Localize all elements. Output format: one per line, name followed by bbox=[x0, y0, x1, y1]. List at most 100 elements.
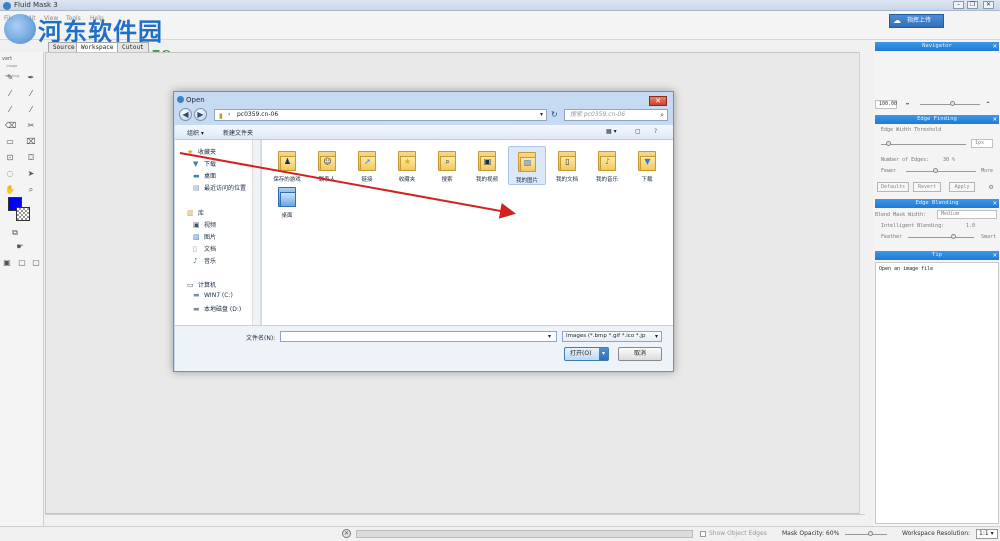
chevron-down-icon[interactable]: ▾ bbox=[599, 348, 608, 360]
help-icon[interactable]: ? bbox=[654, 128, 657, 135]
nav-downloads[interactable]: ▼ 下载 bbox=[193, 159, 216, 169]
nav-music[interactable]: ♪ 音乐 bbox=[193, 256, 216, 266]
feather-slider[interactable] bbox=[908, 237, 974, 238]
marquee-icon[interactable]: ▭ bbox=[5, 137, 15, 147]
file-item[interactable]: ★ 收藏夹 bbox=[388, 148, 426, 183]
pointer-icon[interactable]: ➤ bbox=[26, 169, 36, 179]
search-input[interactable]: 搜索 pc0359.cn-06 ⌕ bbox=[564, 109, 668, 121]
view-options-icon[interactable]: ▦ ▾ bbox=[606, 128, 617, 135]
file-item[interactable]: ▯ 我的文档 bbox=[548, 148, 586, 183]
zoom-out-icon[interactable]: ▬ bbox=[906, 101, 909, 107]
hand-swap-icon[interactable]: ☛ bbox=[15, 242, 25, 252]
nav-favorites[interactable]: ★ 收藏夹 bbox=[187, 147, 216, 157]
file-item[interactable]: ☺ 联系人 bbox=[308, 148, 346, 183]
nav-documents[interactable]: ▯ 文档 bbox=[193, 244, 216, 254]
revert-button[interactable]: Revert bbox=[913, 182, 941, 192]
fill-brush-icon[interactable]: ⁄ bbox=[5, 105, 15, 115]
zoom-slider-knob[interactable] bbox=[950, 101, 955, 106]
new-folder-button[interactable]: 新建文件夹 bbox=[223, 128, 253, 137]
workspace-vertical-scrollbar[interactable] bbox=[859, 52, 867, 522]
view-mode-3-icon[interactable]: ▢ bbox=[31, 258, 41, 268]
lasso-icon[interactable]: ◌ bbox=[5, 169, 15, 179]
nav-libraries[interactable]: ▥ 库 bbox=[187, 208, 204, 218]
cancel-button[interactable]: 取消 bbox=[618, 347, 662, 361]
zoom-icon[interactable]: ⌕ bbox=[26, 185, 36, 195]
workspace-horizontal-scrollbar[interactable] bbox=[45, 514, 865, 522]
blend-width-select[interactable]: Medium bbox=[937, 210, 997, 219]
stop-icon[interactable]: ✕ bbox=[342, 529, 351, 538]
filename-input[interactable] bbox=[280, 331, 557, 342]
edges-slider[interactable] bbox=[906, 171, 976, 172]
edge-threshold-knob[interactable] bbox=[886, 141, 891, 146]
view-mode-1-icon[interactable]: ▣ bbox=[2, 258, 12, 268]
reset-color-icon[interactable]: ⧉ bbox=[10, 228, 20, 238]
edges-slider-knob[interactable] bbox=[933, 168, 938, 173]
close-icon[interactable]: ✕ bbox=[993, 199, 997, 208]
search-icon[interactable]: ⌕ bbox=[660, 110, 664, 120]
filetype-select[interactable]: Images (*.bmp *.gif *.ico *.jp ▾ bbox=[562, 331, 662, 342]
nav-recent[interactable]: ▤ 最近访问的位置 bbox=[193, 183, 246, 193]
close-icon[interactable]: ✕ bbox=[993, 251, 997, 260]
nav-desktop[interactable]: ▬ 桌面 bbox=[193, 171, 216, 181]
zoom-input[interactable]: 100.00 bbox=[875, 100, 897, 109]
tab-workspace[interactable]: Workspace bbox=[76, 42, 119, 52]
eraser-icon[interactable]: ⌫ bbox=[5, 121, 16, 131]
file-item[interactable]: ⌕ 搜索 bbox=[428, 148, 466, 183]
nav-drive-c[interactable]: ▬ WIN7 (C:) bbox=[193, 292, 233, 300]
brush-alt-icon[interactable]: ⁄ bbox=[26, 89, 36, 99]
apply-button[interactable]: Apply bbox=[949, 182, 975, 192]
file-item[interactable]: ♟ 保存的游戏 bbox=[268, 148, 306, 183]
preview-pane-icon[interactable]: ▢ bbox=[635, 128, 641, 135]
chevron-down-icon[interactable]: ▾ bbox=[548, 333, 551, 340]
close-button[interactable]: ✕ bbox=[983, 1, 994, 9]
tab-source[interactable]: Source bbox=[48, 42, 80, 52]
file-item[interactable]: ▼ 下载 bbox=[628, 148, 666, 183]
bucket-icon[interactable]: ⛋ bbox=[26, 153, 36, 163]
navigation-pane-scrollbar[interactable] bbox=[252, 140, 260, 325]
back-button[interactable]: ◀ bbox=[179, 108, 192, 121]
refresh-icon[interactable]: ↻ bbox=[551, 110, 558, 119]
edge-threshold-input[interactable]: 1px bbox=[971, 139, 993, 148]
nav-drive-d[interactable]: ▬ 本地磁盘 (D:) bbox=[193, 304, 241, 314]
view-mode-2-icon[interactable]: ▢ bbox=[17, 258, 27, 268]
pencil-icon[interactable]: ✎ bbox=[5, 73, 15, 83]
close-icon[interactable]: ✕ bbox=[993, 42, 997, 51]
nav-videos[interactable]: ▣ 视频 bbox=[193, 220, 216, 230]
defaults-button[interactable]: Defaults bbox=[877, 182, 909, 192]
mask-opacity-knob[interactable] bbox=[868, 531, 873, 536]
minimize-button[interactable]: – bbox=[953, 1, 964, 9]
fill-brush-alt-icon[interactable]: ⁄ bbox=[26, 105, 36, 115]
edge-threshold-slider[interactable] bbox=[881, 144, 966, 145]
organize-menu[interactable]: 组织 ▾ bbox=[187, 128, 204, 137]
address-bar[interactable]: ▮ › pc0359.cn-06 ▾ bbox=[214, 109, 547, 121]
share-button[interactable]: ☁ 指挥上传 bbox=[889, 14, 944, 28]
zoom-in-icon[interactable]: ⏶ bbox=[986, 100, 990, 106]
nav-computer[interactable]: ▭ 计算机 bbox=[187, 280, 216, 290]
file-item-selected[interactable]: ▨ 我的图片 bbox=[508, 146, 546, 185]
cut-icon[interactable]: ✂ bbox=[26, 121, 36, 131]
file-item[interactable]: 桌面 bbox=[268, 184, 306, 219]
clear-icon[interactable]: ⌧ bbox=[26, 137, 36, 147]
maximize-button[interactable]: ❐ bbox=[967, 1, 978, 9]
dialog-close-button[interactable]: ✕ bbox=[649, 96, 667, 106]
close-icon[interactable]: ✕ bbox=[993, 115, 997, 124]
background-color-swatch[interactable] bbox=[16, 207, 30, 221]
file-item[interactable]: ♪ 我的音乐 bbox=[588, 148, 626, 183]
chevron-down-icon[interactable]: ▾ bbox=[540, 110, 543, 120]
file-item[interactable]: ➚ 链接 bbox=[348, 148, 386, 183]
mask-opacity-slider[interactable] bbox=[845, 534, 887, 535]
show-edges-checkbox[interactable] bbox=[700, 531, 706, 537]
settings-icon[interactable]: ⚙ bbox=[989, 183, 993, 191]
tab-cutout[interactable]: Cutout bbox=[117, 42, 149, 52]
open-button[interactable]: 打开(O) ▾ bbox=[564, 347, 609, 361]
pen-icon[interactable]: ✒ bbox=[26, 73, 36, 83]
hand-icon[interactable]: ✋ bbox=[5, 185, 15, 195]
command-bar: 组织 ▾ 新建文件夹 ▦ ▾ ▢ ? bbox=[175, 125, 673, 140]
nav-pictures[interactable]: ▨ 图片 bbox=[193, 232, 216, 242]
patch-icon[interactable]: ⊡ bbox=[5, 153, 15, 163]
file-item[interactable]: ▣ 我的视频 bbox=[468, 148, 506, 183]
brush-icon[interactable]: ⁄ bbox=[5, 89, 15, 99]
forward-button[interactable]: ▶ bbox=[194, 108, 207, 121]
feather-slider-knob[interactable] bbox=[951, 234, 956, 239]
resolution-select[interactable]: 1:1 ▾ bbox=[976, 529, 998, 539]
